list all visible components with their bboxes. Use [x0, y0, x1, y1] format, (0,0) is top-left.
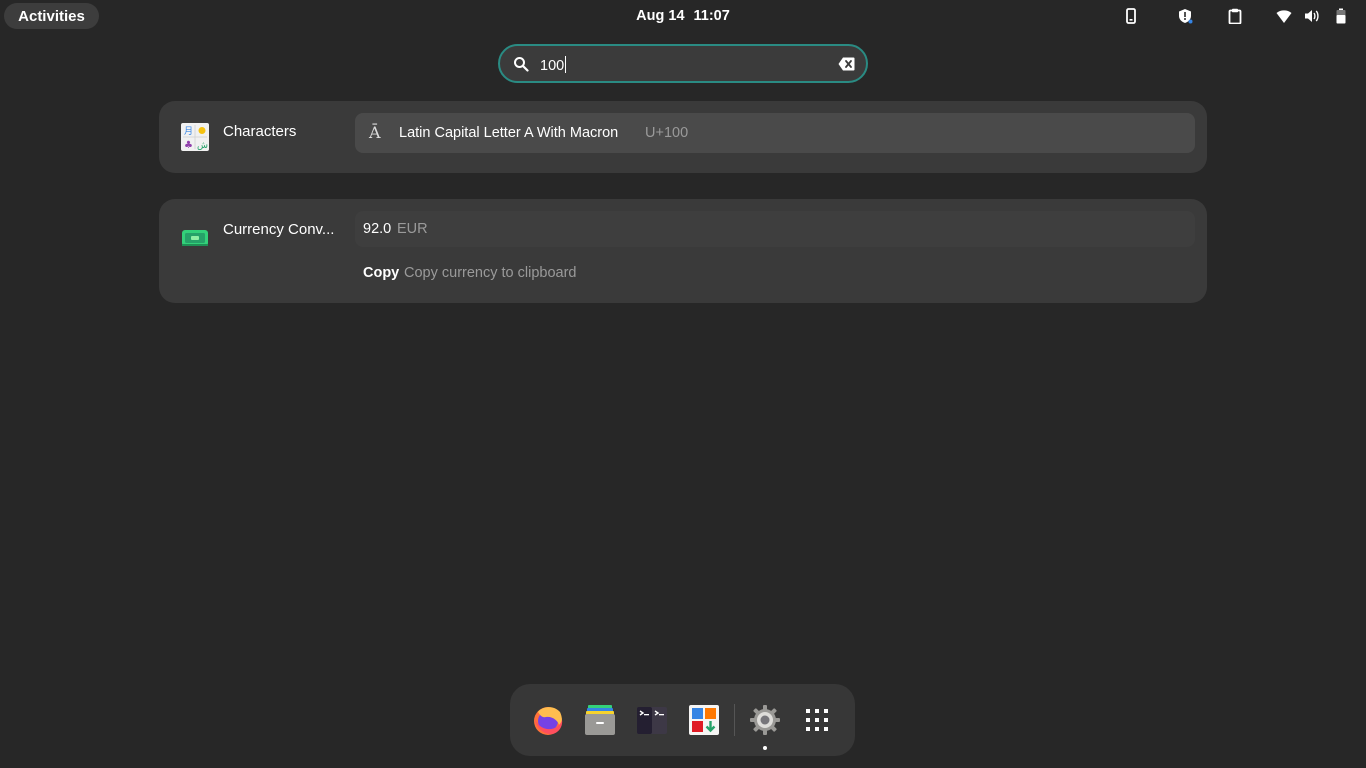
phone-icon[interactable] [1123, 8, 1139, 24]
privacy-shield-icon[interactable] [1177, 8, 1193, 24]
svg-text:♣: ♣ [184, 140, 193, 151]
volume-icon[interactable] [1304, 8, 1320, 24]
dock [510, 684, 855, 756]
clock-time[interactable]: 11:07 [694, 8, 730, 24]
svg-text:月: 月 [184, 126, 193, 137]
software-center-icon[interactable] [686, 702, 722, 738]
search-input-text[interactable]: 100 [540, 56, 567, 74]
search-entry[interactable]: 100 [498, 44, 868, 83]
characters-result-panel: 月 ♣ ش Characters Ā Latin Capital Letter … [159, 101, 1207, 173]
character-code: U+100 [645, 125, 689, 141]
copy-currency-action[interactable]: Copy Copy currency to clipboard [355, 255, 1195, 291]
currency-value: 92.0 [363, 221, 392, 237]
terminal-icon[interactable] [634, 702, 670, 738]
text-caret [565, 56, 567, 73]
settings-icon[interactable] [747, 702, 783, 738]
app-grid-icon[interactable] [799, 702, 835, 738]
character-title: Latin Capital Letter A With Macron [399, 125, 619, 141]
copy-action-label: Copy [363, 265, 400, 281]
activities-button[interactable]: Activities [4, 3, 99, 29]
characters-app-name[interactable]: Characters [223, 123, 341, 140]
search-icon [514, 57, 529, 72]
characters-app-icon[interactable]: 月 ♣ ش [181, 123, 209, 151]
top-bar: Activities Aug 14 11:07 [0, 0, 1366, 32]
wifi-icon[interactable] [1276, 8, 1292, 24]
running-indicator [763, 746, 767, 750]
clipboard-icon[interactable] [1227, 8, 1243, 24]
copy-action-description: Copy currency to clipboard [404, 265, 577, 281]
dock-separator [734, 704, 735, 736]
clock-button: Aug 14 11:07 [0, 0, 1366, 32]
currency-app-name[interactable]: Currency Conv... [223, 221, 341, 238]
svg-text:ش: ش [197, 141, 208, 151]
character-result-item[interactable]: Ā Latin Capital Letter A With Macron U+1… [355, 113, 1195, 153]
currency-result-panel: Currency Conv... 92.0 EUR Copy Copy curr… [159, 199, 1207, 303]
clear-text-icon[interactable] [838, 57, 855, 71]
file-manager-icon[interactable] [582, 702, 618, 738]
battery-icon[interactable] [1333, 8, 1349, 24]
character-glyph: Ā [369, 123, 381, 142]
clock-date[interactable]: Aug 14 [636, 8, 684, 24]
currency-unit: EUR [397, 221, 428, 237]
firefox-icon[interactable] [530, 702, 566, 738]
currency-converter-icon[interactable] [181, 224, 209, 252]
search-value: 100 [540, 58, 565, 74]
currency-result-item[interactable]: 92.0 EUR [355, 211, 1195, 247]
